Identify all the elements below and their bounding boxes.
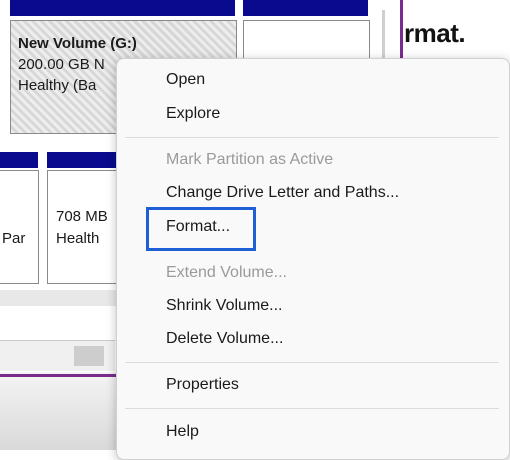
horizontal-scroll-thumb[interactable]: [74, 346, 104, 366]
context-menu: Open Explore Mark Partition as Active Ch…: [116, 58, 510, 460]
menu-item-format[interactable]: Format...: [166, 218, 230, 236]
menu-item-open[interactable]: Open: [166, 71, 205, 89]
menu-item-extend-volume: Extend Volume...: [166, 264, 287, 281]
volume-next-header-bar: [243, 0, 368, 16]
volume-g-size: 200.00 GB N: [18, 56, 105, 73]
partition-708-size: 708 MB: [56, 208, 108, 225]
partition-block[interactable]: [0, 170, 39, 284]
menu-item-change-drive-letter[interactable]: Change Drive Letter and Paths...: [166, 184, 399, 202]
menu-item-explore[interactable]: Explore: [166, 105, 220, 123]
menu-item-properties[interactable]: Properties: [166, 376, 239, 394]
pane-scrollbar[interactable]: [382, 10, 385, 62]
background-heading-fragment: rmat.: [404, 18, 466, 48]
lower-pane: [0, 372, 120, 450]
partition-label: Par: [2, 230, 26, 247]
partition-header-bar: [0, 152, 38, 168]
menu-item-help[interactable]: Help: [166, 423, 199, 441]
volume-g-header-bar: [10, 0, 235, 16]
menu-item-mark-partition-active: Mark Partition as Active: [166, 151, 334, 168]
volume-g-title: New Volume (G:): [18, 35, 137, 52]
menu-separator: [125, 408, 499, 409]
volume-g-status: Healthy (Ba: [18, 77, 97, 94]
menu-item-delete-volume[interactable]: Delete Volume...: [166, 330, 283, 348]
partition-708-status: Health: [56, 230, 100, 247]
lower-border-line: [0, 374, 120, 377]
menu-separator: [125, 137, 499, 138]
menu-item-shrink-volume[interactable]: Shrink Volume...: [166, 297, 283, 315]
menu-separator: [125, 362, 499, 363]
partition-708-header-bar: [47, 152, 117, 168]
